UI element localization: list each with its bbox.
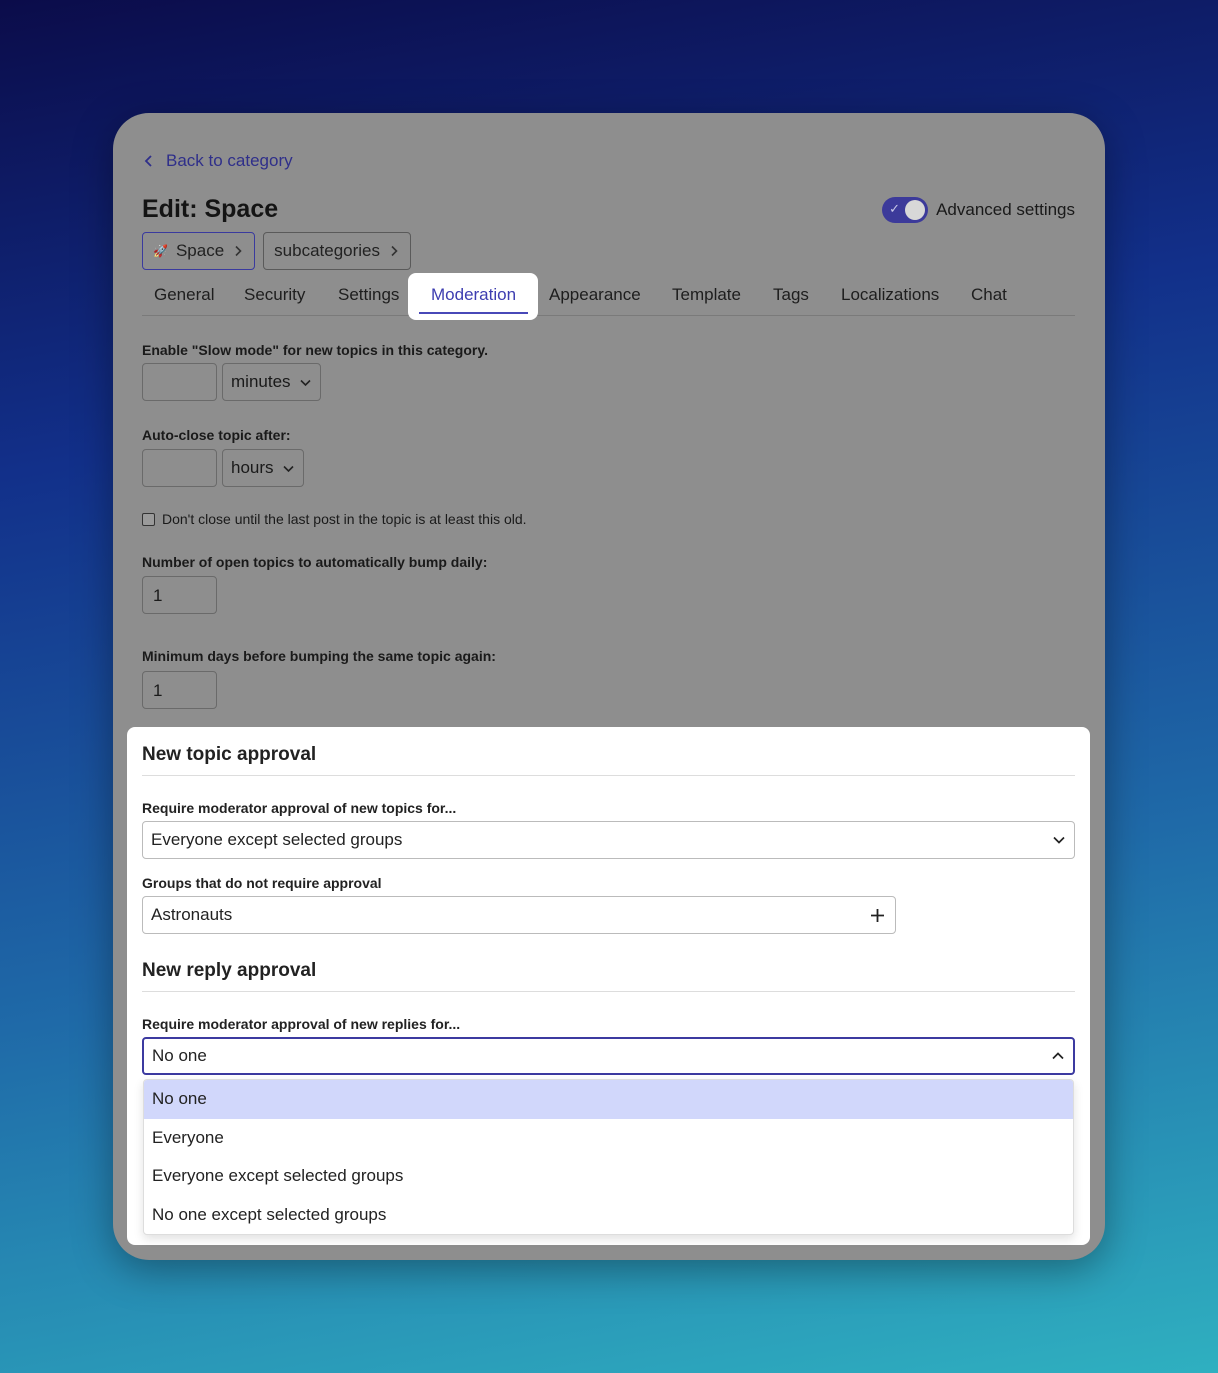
slow-mode-input[interactable] — [142, 363, 217, 401]
groups-label: Groups that do not require approval — [142, 875, 382, 891]
slow-mode-unit-value: minutes — [231, 372, 291, 391]
dropdown-option[interactable]: No one — [144, 1080, 1073, 1119]
advanced-settings-toggle[interactable]: ✓ — [882, 197, 929, 223]
chevron-left-icon — [144, 155, 152, 167]
back-label: Back to category — [166, 151, 293, 170]
slow-mode-label: Enable "Slow mode" for new topics in thi… — [142, 342, 488, 358]
tab-moderation-highlight: Moderation — [408, 273, 538, 320]
auto-close-label: Auto-close topic after: — [142, 427, 291, 443]
breadcrumb-space[interactable]: 🚀 Space — [142, 232, 256, 270]
chevron-up-icon — [1052, 1052, 1064, 1060]
topic-approval-select[interactable]: Everyone except selected groups — [142, 821, 1075, 859]
chevron-right-icon — [391, 245, 398, 257]
reply-approval-dropdown: No one Everyone Everyone except selected… — [143, 1079, 1074, 1235]
reply-approval-heading: New reply approval — [142, 960, 317, 981]
check-icon: ✓ — [889, 201, 900, 216]
dropdown-option[interactable]: No one except selected groups — [144, 1196, 1073, 1235]
groups-value: Astronauts — [151, 905, 233, 924]
dont-close-option: Don't close until the last post in the t… — [142, 511, 527, 527]
auto-close-unit-value: hours — [231, 458, 274, 477]
auto-close-unit-select[interactable]: hours — [222, 449, 304, 487]
tab-security[interactable]: Security — [244, 285, 305, 305]
topic-approval-select-value: Everyone except selected groups — [151, 830, 403, 849]
tab-tags[interactable]: Tags — [773, 285, 809, 305]
reply-approval-require-label: Require moderator approval of new replie… — [142, 1016, 461, 1032]
tab-settings[interactable]: Settings — [338, 285, 399, 305]
add-group-button[interactable] — [867, 905, 887, 925]
chevron-down-icon — [282, 465, 294, 472]
dropdown-option[interactable]: Everyone — [144, 1119, 1073, 1158]
chevron-down-icon — [1053, 836, 1065, 844]
groups-field[interactable]: Astronauts — [142, 896, 896, 934]
breadcrumb-label: Space — [175, 241, 225, 260]
tab-template[interactable]: Template — [672, 285, 741, 305]
tab-moderation[interactable]: Moderation — [431, 285, 516, 305]
divider — [142, 775, 1075, 776]
advanced-settings-label: Advanced settings — [936, 200, 1075, 219]
tab-localizations[interactable]: Localizations — [841, 285, 939, 305]
divider — [142, 991, 1075, 992]
dropdown-option[interactable]: Everyone except selected groups — [144, 1157, 1073, 1196]
chevron-down-icon — [299, 379, 311, 386]
chevron-right-icon — [235, 245, 242, 257]
dont-close-checkbox[interactable] — [142, 512, 155, 526]
tab-general[interactable]: General — [154, 285, 214, 305]
plus-icon — [870, 908, 884, 922]
breadcrumb: 🚀 Space subcategories — [142, 232, 411, 270]
active-tab-underline — [419, 312, 528, 314]
bump-min-days-label: Minimum days before bumping the same top… — [142, 648, 496, 664]
tab-chat[interactable]: Chat — [971, 285, 1007, 305]
bump-daily-input[interactable]: 1 — [142, 576, 217, 614]
slow-mode-unit-select[interactable]: minutes — [222, 363, 321, 401]
breadcrumb-subcategories[interactable]: subcategories — [263, 232, 411, 270]
rocket-icon: 🚀 — [153, 244, 168, 258]
topic-approval-heading: New topic approval — [142, 744, 317, 765]
reply-approval-select[interactable]: No one — [142, 1037, 1075, 1075]
advanced-settings: ✓ Advanced settings — [882, 197, 1075, 223]
tab-appearance[interactable]: Appearance — [549, 285, 641, 305]
page-title: Edit: Space — [142, 195, 279, 223]
auto-close-input[interactable] — [142, 449, 217, 487]
category-tabs: General Security Settings Moderation App… — [142, 273, 1075, 320]
bump-min-days-input[interactable]: 1 — [142, 671, 217, 709]
dont-close-label: Don't close until the last post in the t… — [162, 511, 527, 527]
reply-approval-select-value: No one — [152, 1046, 207, 1065]
breadcrumb-label: subcategories — [274, 241, 380, 260]
topic-approval-require-label: Require moderator approval of new topics… — [142, 800, 457, 816]
back-to-category-link[interactable]: Back to category — [142, 151, 293, 171]
approval-panel: New topic approval Require moderator app… — [127, 727, 1090, 1245]
bump-daily-label: Number of open topics to automatically b… — [142, 554, 488, 570]
toggle-knob — [905, 200, 926, 220]
